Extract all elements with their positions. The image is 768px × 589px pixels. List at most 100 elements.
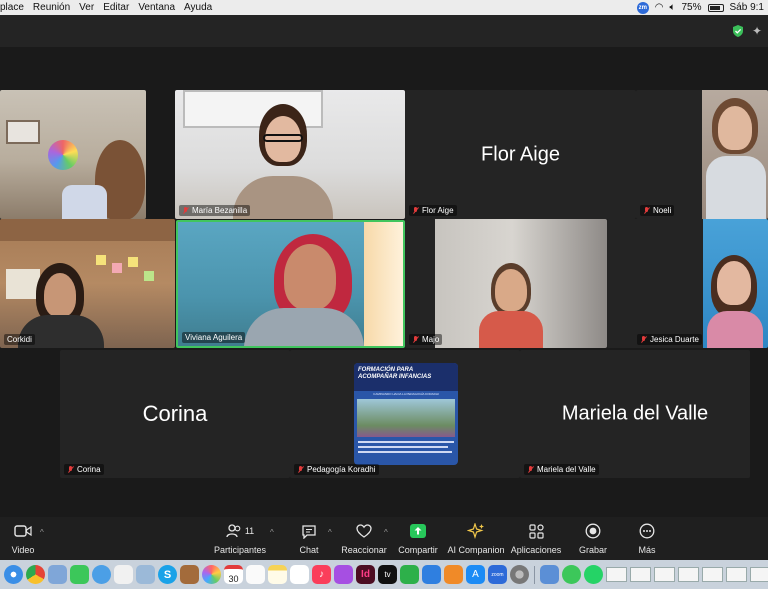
pen-app-icon[interactable] [114, 565, 133, 584]
minimized-window[interactable] [678, 567, 699, 582]
minimized-window[interactable] [726, 567, 747, 582]
numbers-icon[interactable] [400, 565, 419, 584]
notes-icon[interactable] [268, 565, 287, 584]
participant-top [707, 311, 763, 348]
sparkle-icon[interactable]: ✦ [752, 24, 762, 38]
video-tile-corina[interactable]: Corina Corina [60, 350, 290, 478]
video-tile-noeli[interactable]: Noeli [636, 90, 768, 219]
chat-options-chevron-icon[interactable]: ^ [328, 528, 332, 537]
minimized-window[interactable] [750, 567, 768, 582]
finder-window-icon[interactable] [540, 565, 559, 584]
participants-options-chevron-icon[interactable]: ^ [270, 528, 274, 537]
skype-icon[interactable]: S [158, 565, 177, 584]
participant-label: Mariela del Valle [524, 464, 599, 475]
video-feed [435, 219, 607, 348]
system-settings-icon[interactable] [510, 565, 529, 584]
freeform-icon[interactable] [290, 565, 309, 584]
ai-sparkle-icon [467, 523, 484, 539]
muted-mic-icon [412, 335, 419, 344]
video-tile-viviana-aguilera[interactable]: Viviana Aguilera [176, 220, 405, 348]
indesign-icon[interactable]: Id [356, 565, 375, 584]
preview-icon[interactable] [48, 565, 67, 584]
apps-label: Aplicaciones [510, 545, 562, 555]
wifi-icon[interactable]: ◠ [655, 2, 664, 13]
chat-button[interactable]: Chat [279, 521, 339, 555]
video-tile-room[interactable] [0, 90, 146, 219]
ai-companion-label: AI Companion [447, 545, 505, 555]
share-button[interactable]: Compartir [388, 521, 448, 555]
reminders-icon[interactable] [246, 565, 265, 584]
video-tile-majo[interactable]: Majo [405, 219, 607, 348]
finder-alt-icon[interactable] [136, 565, 155, 584]
minimized-window[interactable] [606, 567, 627, 582]
participants-button[interactable]: 11 Participantes [210, 521, 270, 555]
whatsapp-icon[interactable] [584, 565, 603, 584]
participant-face [284, 244, 336, 310]
volume-icon[interactable]: 🔈︎ [670, 2, 676, 13]
zoom-status-icon[interactable]: zm [636, 1, 649, 14]
video-tile-corkidi[interactable]: Corkidi [0, 219, 175, 348]
participant-name: Majo [422, 335, 440, 344]
more-button[interactable]: Más [617, 521, 677, 555]
more-label: Más [638, 545, 656, 555]
record-button[interactable]: Grabar [563, 521, 623, 555]
video-tile-jesica-duarte[interactable]: Jesica Duarte [607, 219, 768, 348]
video-feed [703, 219, 768, 348]
app-store-icon[interactable]: A [466, 565, 485, 584]
participant-name: Pedagogía Koradhi [307, 465, 376, 474]
minimized-window[interactable] [702, 567, 723, 582]
minimized-window[interactable] [654, 567, 675, 582]
react-button[interactable]: Reaccionar [334, 521, 394, 555]
react-label: Reaccionar [341, 545, 387, 555]
video-button[interactable]: Video [0, 521, 53, 555]
participant-label: Flor Aige [409, 205, 457, 216]
music-icon[interactable]: ♪ [312, 565, 331, 584]
chat-label: Chat [299, 545, 319, 555]
participant-label: Jesica Duarte [637, 334, 702, 345]
muted-mic-icon [297, 465, 304, 474]
menu-item-ver[interactable]: Ver [79, 2, 94, 13]
menu-clock[interactable]: Sáb 9:1 [730, 2, 764, 13]
wall-poster [6, 269, 40, 299]
menu-item-place[interactable]: place [0, 2, 24, 13]
pages-icon[interactable] [444, 565, 463, 584]
contacts-icon[interactable] [92, 565, 111, 584]
calendar-icon[interactable]: 30 [224, 565, 243, 584]
menu-item-reunion[interactable]: Reunión [33, 2, 70, 13]
battery-percent: 75% [681, 2, 702, 13]
shield-icon[interactable] [732, 25, 744, 37]
safari-icon[interactable] [4, 565, 23, 584]
video-options-chevron-icon[interactable]: ^ [40, 528, 44, 537]
facetime-icon[interactable] [70, 565, 89, 584]
meeting-controls: Video ^ 11 Participantes ^ Chat ^ Reacci… [0, 517, 768, 560]
participant-top [479, 311, 543, 348]
apple-tv-icon[interactable]: tv [378, 565, 397, 584]
menu-item-editar[interactable]: Editar [103, 2, 129, 13]
sticky-note [96, 255, 106, 265]
video-tile-maria-bezanilla[interactable]: María Bezanilla [175, 90, 405, 219]
apps-button[interactable]: Aplicaciones [506, 521, 566, 555]
menu-item-ayuda[interactable]: Ayuda [184, 2, 212, 13]
ai-companion-button[interactable]: AI Companion [446, 521, 506, 555]
video-tile-pedagogia-koradhi[interactable]: FORMACIÓN PARA ACOMPAÑAR INFANCIAS CAMIN… [290, 350, 520, 478]
chrome-icon[interactable] [26, 565, 45, 584]
keynote-icon[interactable] [422, 565, 441, 584]
minimized-window[interactable] [630, 567, 651, 582]
participant-name: Flor Aige [422, 206, 454, 215]
photos-icon[interactable] [202, 565, 221, 584]
notes-brown-icon[interactable] [180, 565, 199, 584]
video-tile-mariela-del-valle[interactable]: Mariela del Valle Mariela del Valle [520, 350, 750, 478]
macos-dock: S 30 ♪ Id tv A zoom [0, 560, 768, 589]
video-tile-flor-aige[interactable]: Flor Aige Flor Aige [405, 90, 636, 219]
record-icon [585, 523, 601, 539]
zoom-icon[interactable]: zoom [488, 565, 507, 584]
wall-frame [6, 120, 40, 144]
participant-label: María Bezanilla [179, 205, 251, 216]
messages-icon[interactable] [562, 565, 581, 584]
podcasts-icon[interactable] [334, 565, 353, 584]
sticky-note [128, 257, 138, 267]
battery-icon[interactable] [707, 3, 724, 12]
menu-item-ventana[interactable]: Ventana [138, 2, 175, 13]
dock-separator [534, 565, 535, 584]
participant-face [717, 261, 751, 305]
